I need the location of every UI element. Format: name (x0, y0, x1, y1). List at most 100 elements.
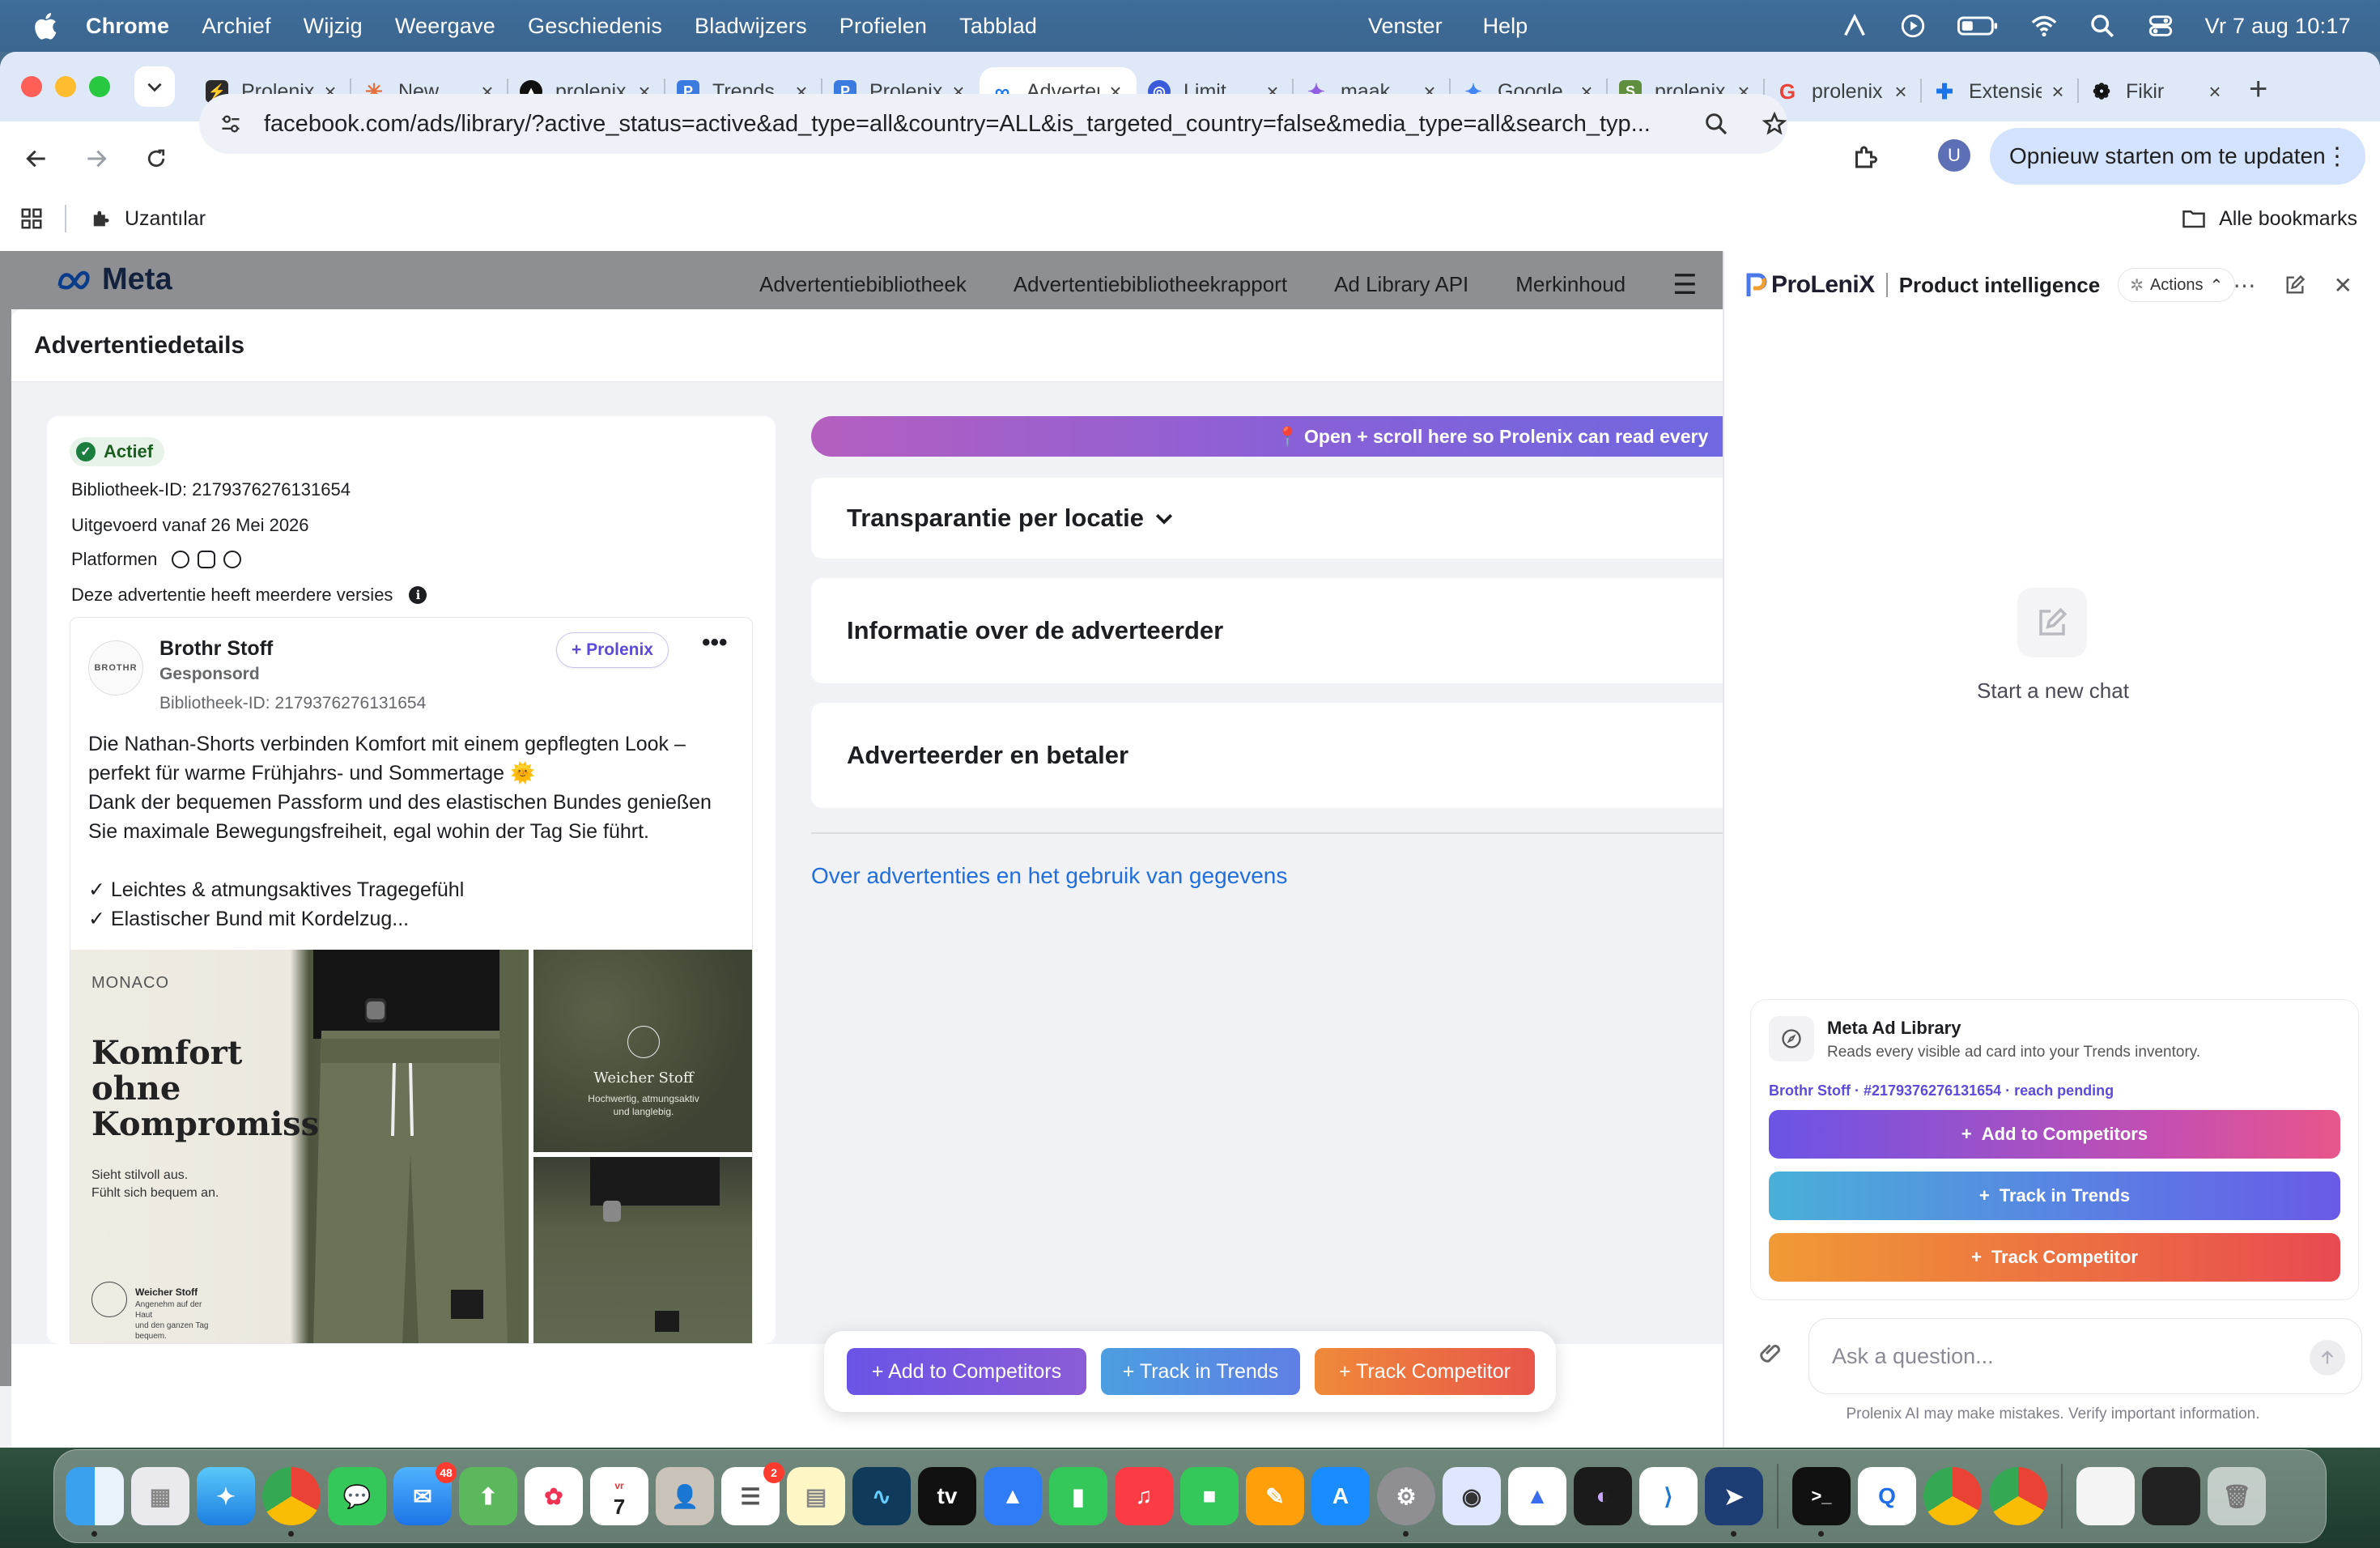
panel-add-to-competitors-button[interactable]: + Add to Competitors (1769, 1110, 2340, 1159)
meta-logo[interactable]: Meta (57, 262, 172, 297)
nav-advertentiebibliotheek[interactable]: Advertentiebibliotheek (759, 272, 967, 301)
chrome-icon[interactable] (262, 1467, 321, 1537)
nav-api[interactable]: Ad Library API (1334, 272, 1468, 301)
numbers-icon[interactable]: ▮ (1049, 1467, 1107, 1525)
notes-icon[interactable]: ▤ (787, 1467, 845, 1525)
photos-icon[interactable]: ✿ (525, 1467, 583, 1525)
send-button[interactable] (2310, 1340, 2345, 1376)
forward-button[interactable] (73, 135, 120, 182)
maps-icon[interactable]: ⬆ (459, 1467, 517, 1525)
minimize-window-button[interactable] (55, 76, 76, 97)
robot-app-icon[interactable]: ◉ (1443, 1467, 1501, 1525)
new-tab-button[interactable]: + (2249, 71, 2267, 108)
menu-app-name[interactable]: Chrome (86, 14, 169, 39)
system-settings-icon[interactable]: ⚙ (1377, 1467, 1435, 1537)
screenshot-stack-icon[interactable] (2142, 1467, 2200, 1525)
back-button[interactable] (13, 135, 60, 182)
extensions-puzzle-icon[interactable] (1851, 142, 1880, 172)
menu-venster[interactable]: Venster (1368, 14, 1443, 39)
menu-geschiedenis[interactable]: Geschiedenis (528, 14, 662, 39)
address-bar[interactable]: facebook.com/ads/library/?active_status=… (199, 94, 1787, 154)
battery-icon[interactable] (1957, 12, 2000, 40)
control-center-icon[interactable] (2147, 12, 2174, 40)
facetime-icon[interactable]: ■ (1180, 1467, 1239, 1525)
chrome-app-icon-2[interactable] (1989, 1467, 2047, 1525)
reminders-icon[interactable]: ☰ 2 (721, 1462, 784, 1525)
prolenix-add-chip[interactable]: + Prolenix (556, 632, 669, 668)
info-icon[interactable]: i (409, 586, 427, 604)
edit-icon[interactable] (2284, 274, 2306, 296)
track-in-trends-button[interactable]: + Track in Trends (1101, 1348, 1300, 1395)
menu-archief[interactable]: Archief (202, 14, 270, 39)
contacts-icon[interactable]: 👤 (656, 1467, 714, 1525)
url-text[interactable]: facebook.com/ads/library/?active_status=… (264, 111, 1689, 138)
pages-icon[interactable]: ✎ (1246, 1467, 1304, 1525)
zoom-window-button[interactable] (89, 76, 110, 97)
ask-question-input[interactable]: Ask a question... (1808, 1318, 2362, 1394)
menu-weergave[interactable]: Weergave (395, 14, 495, 39)
panel-track-competitor-button[interactable]: + Track Competitor (1769, 1233, 2340, 1282)
trash-icon[interactable]: 🗑 (2208, 1467, 2266, 1525)
about-ads-link[interactable]: Over advertenties en het gebruik van geg… (811, 863, 1287, 889)
spotlight-search-icon[interactable] (2089, 12, 2116, 40)
menu-clock[interactable]: Vr 7 aug 10:17 (2205, 14, 2351, 39)
site-info-button[interactable] (212, 105, 249, 142)
menu-help[interactable]: Help (1483, 14, 1528, 39)
add-to-competitors-button[interactable]: + Add to Competitors (847, 1348, 1086, 1395)
keynote-icon[interactable]: ▲ (984, 1467, 1042, 1525)
close-window-button[interactable] (21, 76, 42, 97)
paperclip-icon[interactable] (1757, 1339, 1786, 1368)
mail-icon[interactable]: ✉ 48 (393, 1462, 457, 1525)
menu-profielen[interactable]: Profielen (839, 14, 927, 39)
nav-merkinhoud[interactable]: Merkinhoud (1515, 272, 1626, 301)
app-icon[interactable]: ◐ (1574, 1467, 1632, 1525)
tab-11[interactable]: Gprolenix × (1765, 67, 1922, 116)
close-icon[interactable]: ✕ (2334, 272, 2352, 299)
telegram-like-icon[interactable]: ➤ (1705, 1467, 1763, 1537)
bookmark-uzantilar[interactable]: Uzantılar (89, 207, 206, 231)
wifi-icon[interactable] (2030, 12, 2058, 40)
track-competitor-button[interactable]: + Track Competitor (1315, 1348, 1535, 1395)
new-chat-button[interactable] (2017, 588, 2087, 657)
launchpad-icon[interactable]: ▦ (131, 1467, 189, 1525)
more-vert-icon[interactable]: ⋮ (2325, 142, 2349, 171)
advertiser-avatar[interactable]: BROTHR (88, 640, 143, 695)
app-store-icon[interactable]: A (1311, 1467, 1370, 1525)
quicktime-icon[interactable]: Q (1858, 1467, 1916, 1525)
safari-icon[interactable]: ✦ (197, 1467, 255, 1525)
freeform-icon[interactable]: ∿ (852, 1467, 911, 1525)
section-adverteerder-betaler[interactable]: Adverteerder en betaler (811, 703, 1723, 808)
tab-12[interactable]: ✚ Extensies × (1922, 67, 2079, 116)
tab-close-icon[interactable]: × (2205, 81, 2225, 102)
all-bookmarks-button[interactable]: Alle bookmarks (2182, 207, 2357, 231)
documents-stack-icon[interactable] (2076, 1467, 2135, 1525)
tab-close-icon[interactable]: × (1891, 81, 1910, 102)
nav-rapport[interactable]: Advertentiebibliotheekrapport (1014, 272, 1287, 301)
menu-bladwijzers[interactable]: Bladwijzers (695, 14, 807, 39)
panel-track-in-trends-button[interactable]: + Track in Trends (1769, 1172, 2340, 1220)
apple-logo-icon[interactable] (31, 11, 58, 41)
hamburger-menu-icon[interactable]: ☰ (1672, 269, 1697, 301)
terminal-icon[interactable]: >_ (1792, 1467, 1851, 1537)
menu-tabblad[interactable]: Tabblad (959, 14, 1037, 39)
zoom-search-icon[interactable] (1703, 111, 1729, 137)
vpn-icon[interactable] (1841, 12, 1868, 40)
tab-close-icon[interactable]: × (2048, 81, 2068, 102)
section-adverteerder-info[interactable]: Informatie over de adverteerder (811, 578, 1723, 683)
reload-button[interactable] (133, 135, 180, 182)
vscode-icon[interactable]: ⟩ (1639, 1467, 1698, 1525)
arc-like-icon[interactable]: ▲ (1508, 1467, 1566, 1525)
bookmark-star-icon[interactable] (1762, 111, 1787, 137)
tab-search-button[interactable] (134, 66, 175, 107)
finder-icon[interactable] (66, 1467, 124, 1537)
restart-update-button[interactable]: Opnieuw starten om te updaten ⋮ (1990, 128, 2365, 185)
advertiser-name[interactable]: Brothr Stoff (159, 637, 273, 661)
profile-avatar[interactable]: U (1938, 139, 1970, 172)
calendar-icon[interactable]: vr 7 (590, 1467, 648, 1525)
section-transparantie[interactable]: Transparantie per locatie (811, 478, 1723, 559)
apple-tv-icon[interactable]: tv (918, 1467, 976, 1525)
music-icon[interactable]: ♫ (1115, 1467, 1173, 1525)
tab-13[interactable]: ❁ Fikir × (2079, 67, 2236, 116)
more-horizontal-icon[interactable]: ⋯ (2233, 272, 2256, 299)
more-options-icon[interactable]: ••• (702, 629, 728, 657)
